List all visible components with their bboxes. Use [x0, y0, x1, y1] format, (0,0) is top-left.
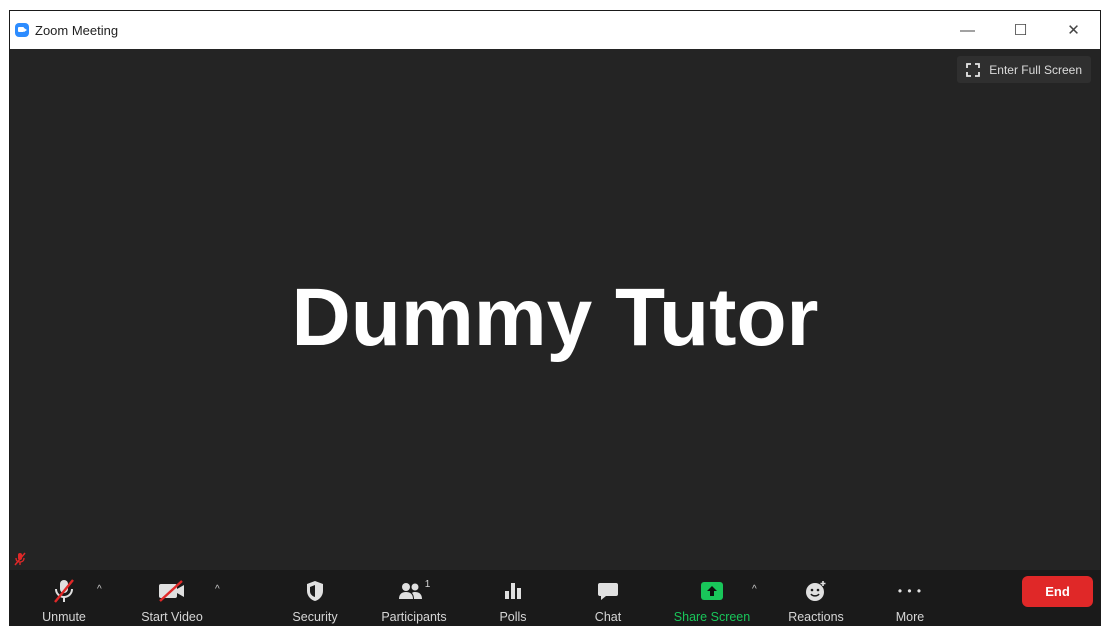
polls-icon	[503, 577, 523, 605]
enter-full-screen-label: Enter Full Screen	[989, 62, 1082, 77]
maximize-button[interactable]: ☐	[994, 11, 1047, 49]
add-reaction-icon	[804, 577, 828, 605]
security-label: Security	[292, 610, 338, 624]
title-bar: Zoom Meeting — ☐ ✕	[10, 11, 1100, 49]
share-screen-label: Share Screen	[673, 610, 751, 624]
polls-label: Polls	[499, 610, 527, 624]
start-video-label: Start Video	[141, 610, 203, 624]
share-screen-icon	[700, 577, 724, 605]
participants-label: Participants	[381, 610, 447, 624]
participants-button[interactable]: 1 Participants	[372, 570, 456, 625]
participants-icon: 1	[398, 577, 431, 605]
close-button[interactable]: ✕	[1047, 11, 1100, 49]
more-dots-glyph: • • •	[897, 584, 923, 598]
enter-full-screen-button[interactable]: Enter Full Screen	[957, 56, 1091, 83]
participant-name: Dummy Tutor	[291, 272, 819, 363]
fullscreen-icon	[966, 62, 981, 77]
polls-button[interactable]: Polls	[493, 570, 533, 625]
zoom-logo-icon	[15, 23, 29, 37]
security-button[interactable]: Security	[282, 570, 348, 625]
unmute-button[interactable]: Unmute	[36, 570, 92, 625]
reactions-label: Reactions	[788, 610, 844, 624]
chat-label: Chat	[594, 610, 622, 624]
start-video-button[interactable]: Start Video	[134, 570, 210, 625]
unmute-label: Unmute	[42, 610, 86, 624]
share-options-caret[interactable]: ^	[752, 584, 757, 595]
video-options-caret[interactable]: ^	[215, 584, 220, 595]
audio-options-caret[interactable]: ^	[97, 584, 102, 595]
more-button[interactable]: • • • More	[889, 570, 931, 625]
window-controls: — ☐ ✕	[941, 11, 1100, 49]
window-title: Zoom Meeting	[35, 22, 119, 38]
zoom-meeting-window: Zoom Meeting — ☐ ✕ Enter Full Screen Dum…	[9, 10, 1101, 626]
chat-bubble-icon	[597, 577, 619, 605]
video-off-icon	[157, 577, 187, 605]
more-dots-icon: • • •	[898, 577, 922, 605]
muted-mic-indicator-icon	[14, 552, 26, 571]
more-label: More	[895, 610, 925, 624]
end-meeting-button[interactable]: End	[1022, 576, 1093, 607]
minimize-button[interactable]: —	[941, 11, 994, 49]
participant-count: 1	[424, 579, 431, 590]
chat-button[interactable]: Chat	[588, 570, 628, 625]
muted-microphone-icon	[52, 577, 76, 605]
shield-icon	[305, 577, 325, 605]
share-screen-button[interactable]: Share Screen	[667, 570, 757, 625]
meeting-toolbar: Unmute ^ Start Video ^ Security 1 Partic…	[10, 570, 1100, 625]
reactions-button[interactable]: Reactions	[783, 570, 849, 625]
